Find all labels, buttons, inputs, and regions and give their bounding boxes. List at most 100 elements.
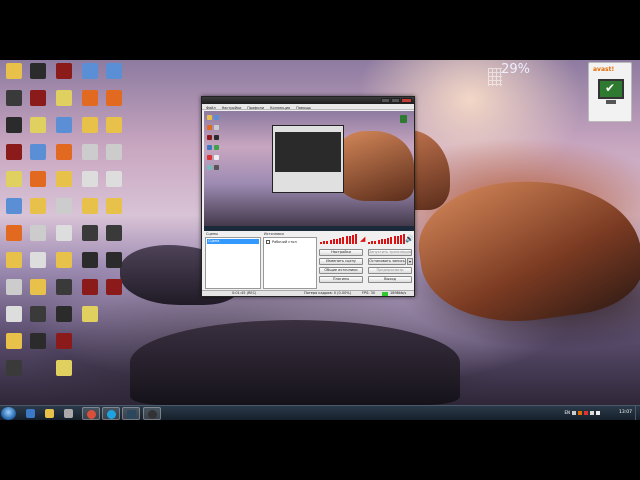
start-stream-button[interactable]: Запустить трансляцию <box>368 249 412 256</box>
desktop-icon[interactable] <box>78 197 102 223</box>
desktop-icon[interactable] <box>78 224 102 250</box>
sources-list[interactable]: Рабочий стол <box>263 237 317 289</box>
speaker-icon[interactable]: 🔊 <box>405 235 414 243</box>
stop-record-button[interactable]: Остановить запись <box>368 258 406 265</box>
desktop-icon[interactable] <box>102 251 126 277</box>
scene-item-selected[interactable]: Сцена <box>207 239 259 244</box>
desktop-icon[interactable] <box>2 359 26 385</box>
desktop-icon[interactable] <box>26 89 50 115</box>
desktop-icon[interactable] <box>26 116 50 142</box>
desktop-icon[interactable] <box>2 170 26 196</box>
source-item[interactable]: Рабочий стол <box>266 240 297 244</box>
desktop-icon[interactable] <box>52 251 76 277</box>
desktop-icon[interactable] <box>26 143 50 169</box>
tray-network-icon[interactable] <box>590 411 594 415</box>
avast-widget[interactable]: avast! ✔ <box>588 62 632 122</box>
desktop-icon[interactable] <box>78 89 102 115</box>
desktop-icon[interactable] <box>26 278 50 304</box>
tray-volume-icon[interactable] <box>596 411 600 415</box>
window-titlebar[interactable] <box>202 97 414 104</box>
tray-avast-icon[interactable] <box>578 411 582 415</box>
desktop-icon[interactable] <box>102 62 126 88</box>
desktop-icon[interactable] <box>78 116 102 142</box>
desktop-icon[interactable] <box>52 224 76 250</box>
desktop-icon[interactable] <box>26 62 50 88</box>
plugins-button[interactable]: Плагины <box>319 276 363 283</box>
desktop-icon[interactable] <box>52 197 76 223</box>
tray-arrow-icon[interactable] <box>572 411 576 415</box>
taskbar-steam[interactable] <box>122 407 140 420</box>
desktop-volume-meter[interactable] <box>368 234 408 244</box>
source-visibility-checkbox[interactable] <box>266 240 270 244</box>
desktop-icon[interactable] <box>52 116 76 142</box>
desktop-icon[interactable] <box>2 332 26 358</box>
show-desktop-button[interactable] <box>635 406 640 421</box>
app-icon <box>106 171 122 187</box>
record-dropdown[interactable]: ▾ <box>407 258 413 265</box>
taskbar-skype[interactable] <box>102 407 120 420</box>
desktop-icon[interactable] <box>78 251 102 277</box>
desktop-icon[interactable] <box>2 197 26 223</box>
stream-preview[interactable] <box>204 111 414 231</box>
desktop-icon[interactable] <box>26 197 50 223</box>
desktop-icon[interactable] <box>52 332 76 358</box>
desktop-icon[interactable] <box>102 143 126 169</box>
desktop-icon[interactable] <box>52 170 76 196</box>
desktop-icon[interactable] <box>78 170 102 196</box>
desktop-icon[interactable] <box>2 62 26 88</box>
desktop-icon[interactable] <box>26 224 50 250</box>
desktop-icon[interactable] <box>52 62 76 88</box>
taskbar-obs[interactable] <box>143 407 161 420</box>
global-sources-button[interactable]: Общие источники <box>319 267 363 274</box>
desktop-icon[interactable] <box>102 170 126 196</box>
desktop-icon[interactable] <box>2 116 26 142</box>
desktop-icon[interactable] <box>52 359 76 385</box>
desktop-icon[interactable] <box>2 251 26 277</box>
mic-volume-meter[interactable] <box>320 234 360 244</box>
desktop-icon[interactable] <box>26 305 50 331</box>
desktop-icon[interactable] <box>102 89 126 115</box>
tray-flag-icon[interactable] <box>584 411 588 415</box>
desktop-icon[interactable] <box>102 197 126 223</box>
obs-window[interactable]: Файл Настройки Профили Коллекция Помощь <box>201 96 415 297</box>
taskbar-clock[interactable]: 13:07 <box>619 410 632 415</box>
desktop-icon[interactable] <box>78 143 102 169</box>
close-button[interactable] <box>401 98 412 103</box>
desktop-icon[interactable] <box>26 170 50 196</box>
desktop-icon[interactable] <box>102 224 126 250</box>
minimize-button[interactable] <box>381 98 390 103</box>
cpu-meter-gadget[interactable]: 29% <box>488 62 532 90</box>
desktop-icon[interactable] <box>2 143 26 169</box>
desktop-icon[interactable] <box>78 278 102 304</box>
mic-icon[interactable]: ◢ <box>360 235 365 243</box>
desktop-icon[interactable] <box>102 116 126 142</box>
settings-button[interactable]: Настройки <box>319 249 363 256</box>
desktop-icon[interactable] <box>52 89 76 115</box>
taskbar-app[interactable] <box>60 407 78 420</box>
desktop-icon[interactable] <box>2 305 26 331</box>
taskbar-explorer[interactable] <box>41 407 59 420</box>
start-button[interactable] <box>1 407 16 420</box>
desktop-icon[interactable] <box>78 62 102 88</box>
desktop-icon[interactable] <box>26 251 50 277</box>
taskbar-chrome[interactable] <box>82 407 100 420</box>
app-icon <box>56 306 72 322</box>
tray-language[interactable]: EN <box>564 410 570 415</box>
taskbar-ie[interactable] <box>22 407 40 420</box>
preview-button[interactable]: Предпросмотр <box>368 267 412 274</box>
desktop-icon[interactable] <box>102 278 126 304</box>
desktop[interactable]: 29% avast! ✔ Файл Настройки Профили Колл… <box>0 60 640 405</box>
desktop-icon[interactable] <box>52 278 76 304</box>
exit-button[interactable]: Выход <box>368 276 412 283</box>
desktop-icon[interactable] <box>2 224 26 250</box>
desktop-icon[interactable] <box>2 278 26 304</box>
maximize-button[interactable] <box>391 98 400 103</box>
desktop-icon[interactable] <box>52 143 76 169</box>
desktop-icon[interactable] <box>26 332 50 358</box>
desktop-icon[interactable] <box>78 305 102 331</box>
desktop-icon[interactable] <box>2 89 26 115</box>
edit-scene-button[interactable]: Изменить сцену <box>319 258 363 265</box>
preview-icon <box>207 145 212 150</box>
scenes-list[interactable]: Сцена <box>205 237 261 289</box>
desktop-icon[interactable] <box>52 305 76 331</box>
